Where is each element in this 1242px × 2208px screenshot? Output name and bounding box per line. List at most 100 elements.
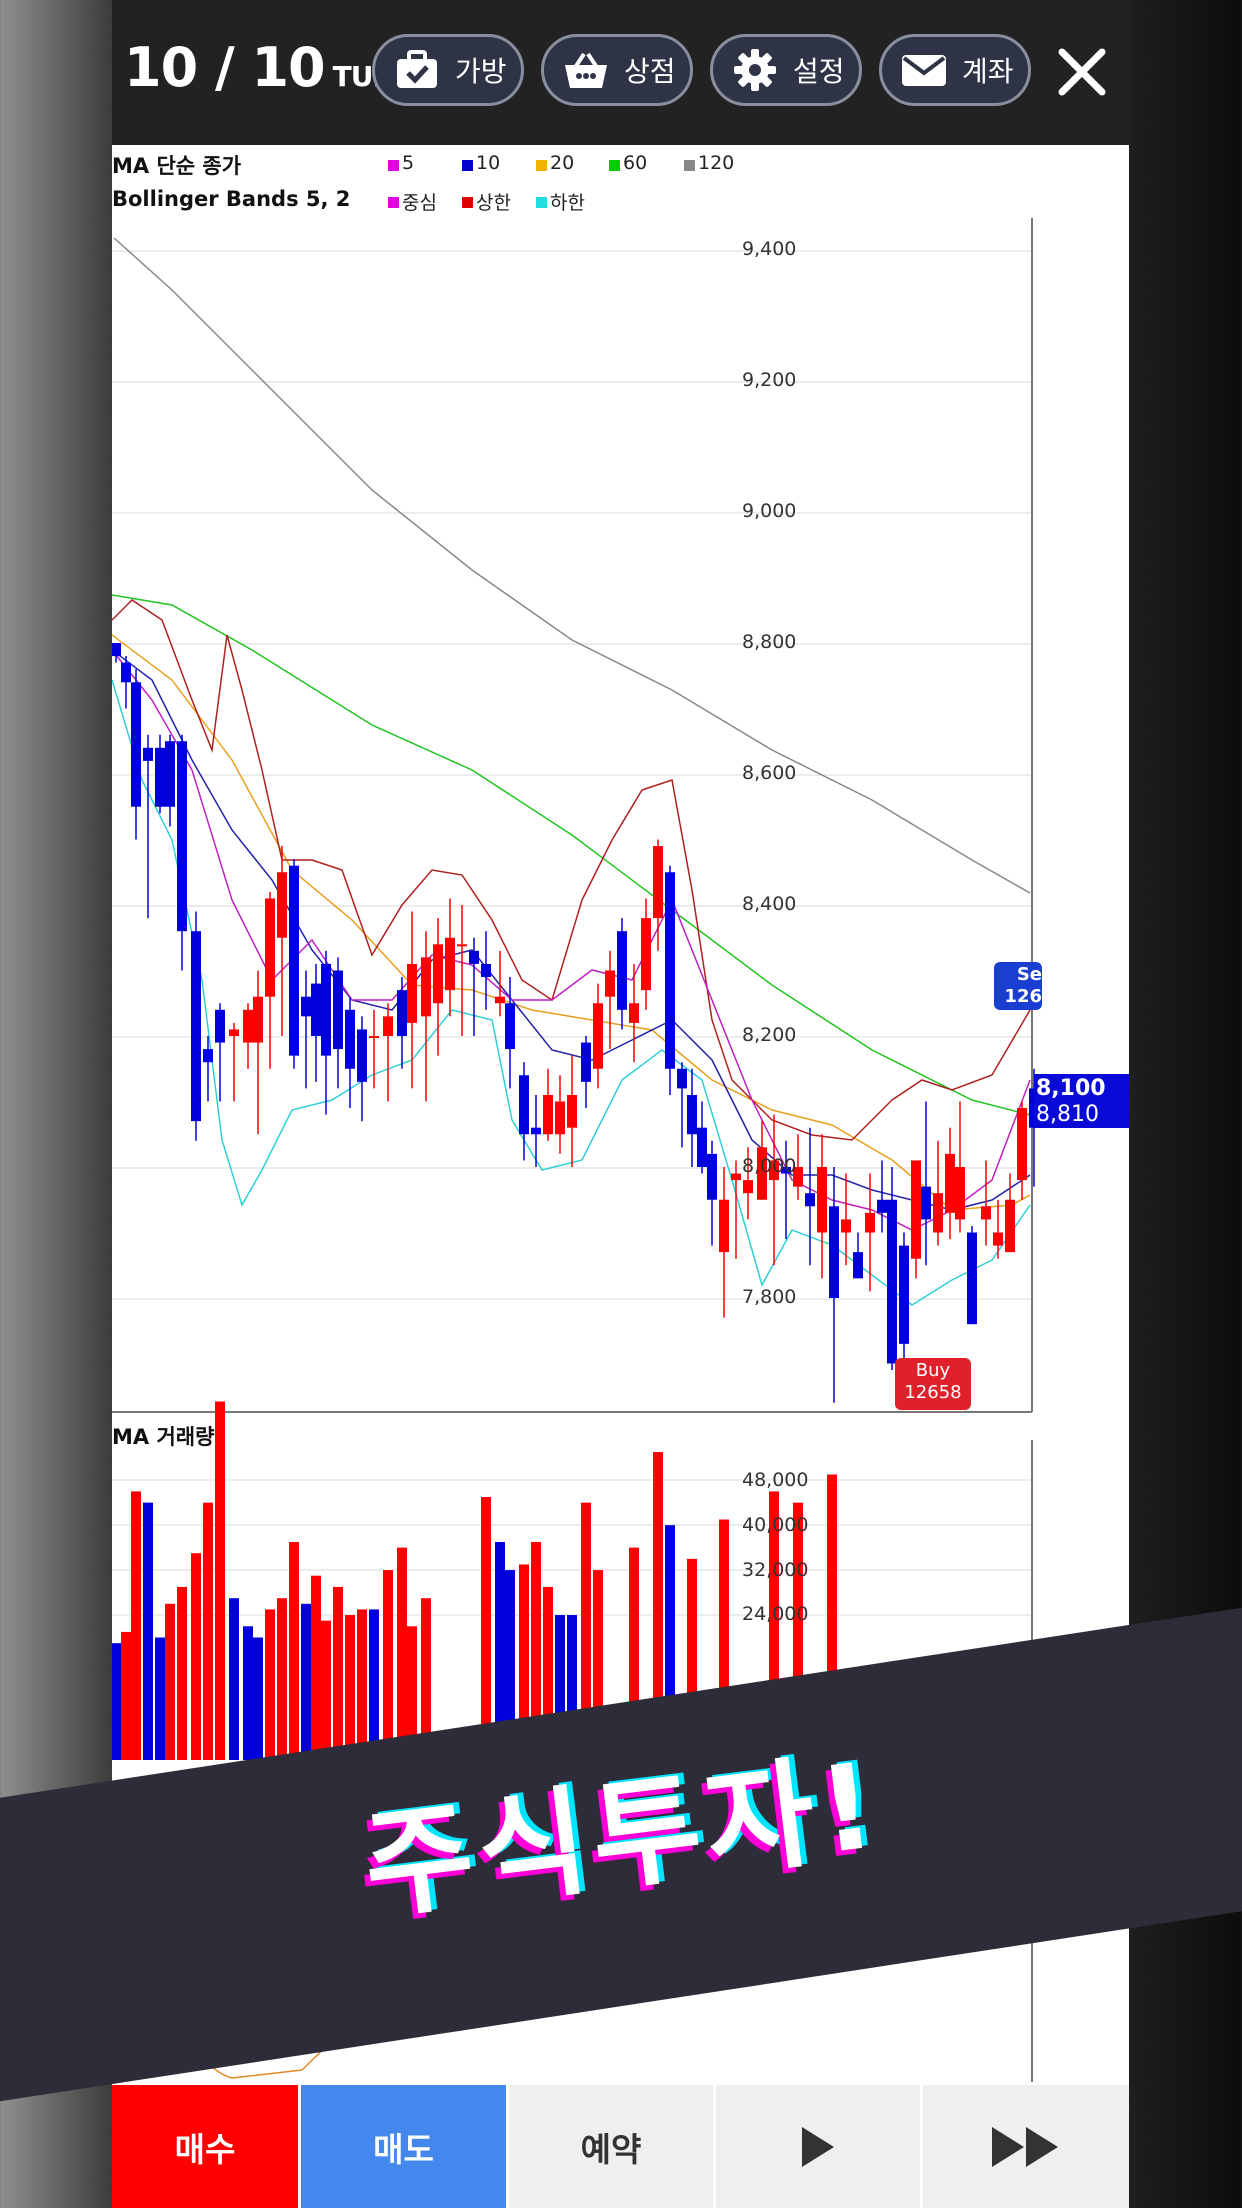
turn-number: 10 / 10 <box>124 36 326 99</box>
price-axis-tick: 7,800 <box>742 1286 797 1308</box>
candle-body-down <box>215 1009 225 1043</box>
candle-body-down <box>121 662 131 683</box>
volume-bar-up <box>383 1570 393 1760</box>
volume-bar-up <box>333 1586 343 1760</box>
bottom-action-bar: 매수 매도 예약 <box>112 2085 1129 2208</box>
volume-bar-up <box>481 1497 491 1760</box>
volume-axis-tick: 48,000 <box>742 1469 809 1491</box>
account-button[interactable]: 계좌 <box>879 34 1031 106</box>
price-axis-tick: 9,400 <box>742 238 797 260</box>
volume-bar-up <box>289 1541 299 1760</box>
candle-body-up <box>383 1016 393 1036</box>
sell-marker: Se 126 <box>994 962 1042 1010</box>
ma-legend-swatch-120 <box>684 160 695 171</box>
shop-button[interactable]: 상점 <box>541 34 693 106</box>
candle-body-down <box>887 1199 897 1364</box>
candle-body-up <box>629 1003 639 1023</box>
price-axis-tick: 8,200 <box>742 1024 797 1046</box>
volume-bar-down <box>229 1598 239 1760</box>
bag-button[interactable]: 가방 <box>372 34 524 106</box>
candle-body-up <box>817 1167 827 1233</box>
bb-legend-swatch-0 <box>388 197 399 208</box>
candle-body-down <box>469 950 479 964</box>
reserve-button[interactable]: 예약 <box>509 2085 713 2208</box>
candle-body-up <box>933 1193 943 1233</box>
candle-body-down <box>155 747 165 807</box>
volume-axis-tick: 32,000 <box>742 1559 809 1581</box>
volume-bar-up <box>357 1609 367 1760</box>
play-icon <box>802 2126 834 2167</box>
candle-body-down <box>321 963 331 1056</box>
candle-body-up <box>945 1153 955 1213</box>
candle-body-down <box>519 1075 529 1135</box>
candle-body-down <box>289 865 299 1056</box>
bb-legend-swatch-1 <box>462 197 473 208</box>
fast-forward-button[interactable] <box>923 2085 1129 2208</box>
candle-body-up <box>265 898 275 997</box>
volume-bar-down <box>112 1643 121 1760</box>
candle-body-up <box>229 1029 239 1036</box>
volume-bar-up <box>191 1553 201 1760</box>
volume-bar-up <box>121 1631 131 1760</box>
candle-body-down <box>853 1252 863 1279</box>
candle-body-down <box>921 1186 931 1220</box>
candle-body-down <box>165 741 175 807</box>
ma-legend-title: MA 단순 종가 <box>112 154 242 178</box>
candle-body-down <box>345 1009 355 1069</box>
candle-body-up <box>955 1167 965 1220</box>
sell-button[interactable]: 매도 <box>301 2085 506 2208</box>
price-axis-tick: 9,200 <box>742 369 797 391</box>
volume-bar-up <box>311 1575 321 1760</box>
candle-body-up <box>731 1173 741 1181</box>
candle-body-down <box>131 682 141 807</box>
candle-body-up <box>593 1003 603 1069</box>
buy-button[interactable]: 매수 <box>112 2085 298 2208</box>
ma-legend-label-60: 60 <box>623 152 648 174</box>
volume-bar-down <box>143 1502 153 1760</box>
candle-body-up <box>457 944 467 947</box>
bag-label: 가방 <box>455 55 507 88</box>
volume-bar-up <box>203 1502 213 1760</box>
close-icon[interactable] <box>1052 42 1112 102</box>
volume-bar-up <box>215 1401 225 1760</box>
volume-bar-up <box>321 1620 331 1760</box>
candle-body-down <box>687 1094 697 1135</box>
candle-body-down <box>301 996 311 1017</box>
volume-bar-up <box>277 1598 287 1760</box>
candle-body-up <box>981 1206 991 1220</box>
settings-button[interactable]: 설정 <box>710 34 862 106</box>
current-price: 8,100 <box>1036 1076 1106 1101</box>
volume-bar-down <box>243 1626 253 1760</box>
reserve-button-label: 예약 <box>580 2129 642 2169</box>
candle-body-down <box>967 1232 977 1325</box>
candle-body-up <box>653 846 663 919</box>
briefcase-check-icon <box>397 50 437 88</box>
candle-body-down <box>357 1029 367 1082</box>
shopping-basket-icon <box>565 52 607 88</box>
account-label: 계좌 <box>962 55 1014 88</box>
top-bar: 10 / 10TURN 가방 상점 <box>112 0 1129 145</box>
buy-marker-label: Buy <box>915 1360 951 1381</box>
candle-body-up <box>1005 1199 1015 1253</box>
candle-body-up <box>911 1160 921 1259</box>
sell-button-label: 매도 <box>373 2129 434 2169</box>
price-axis-tick: 8,600 <box>742 762 797 784</box>
candle-body-down <box>707 1153 717 1200</box>
candle-body-down <box>899 1245 909 1344</box>
candle-body-down <box>697 1127 707 1167</box>
candle-body-up <box>719 1199 729 1253</box>
volume-bar-up <box>265 1609 275 1760</box>
shop-label: 상점 <box>624 55 676 88</box>
volume-axis-tick: 24,000 <box>742 1603 809 1625</box>
buy-marker: Buy 12658 <box>895 1358 971 1410</box>
candle-body-up <box>421 957 431 1017</box>
sell-marker-label: Se <box>1016 964 1042 985</box>
candle-body-down <box>617 931 627 1010</box>
price-axis-tick: 8,000 <box>742 1155 797 1177</box>
candle-body-up <box>641 918 651 991</box>
ma-legend-label-120: 120 <box>698 152 735 174</box>
play-button[interactable] <box>716 2085 920 2208</box>
volume-bar-up <box>345 1615 355 1760</box>
buy-button-label: 매수 <box>174 2129 236 2169</box>
candle-body-up <box>433 944 443 1004</box>
